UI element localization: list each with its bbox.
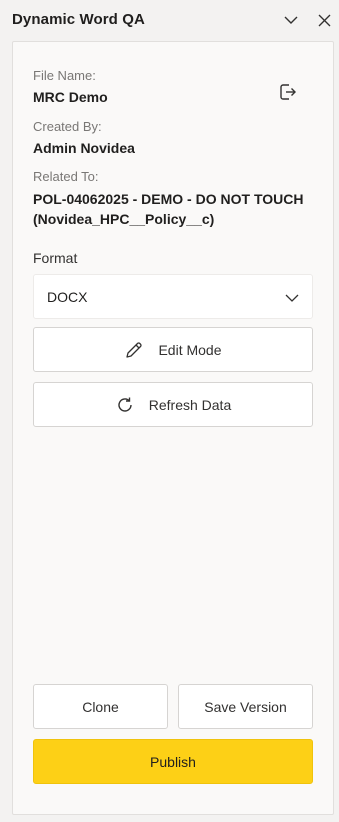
created-by-value: Admin Novidea [33, 140, 135, 156]
title-bar: Dynamic Word QA [0, 0, 339, 41]
created-by-label: Created By: [33, 119, 102, 134]
close-pane-button[interactable] [315, 11, 333, 29]
open-external-icon [280, 84, 296, 100]
format-label: Format [33, 250, 78, 266]
publish-button[interactable]: Publish [33, 739, 313, 784]
chevron-down-icon [284, 16, 298, 24]
open-file-button[interactable] [278, 82, 298, 102]
format-select[interactable]: DOCX [33, 274, 313, 319]
format-selected-value: DOCX [47, 289, 88, 305]
chevron-down-icon [285, 294, 299, 302]
save-version-label: Save Version [204, 698, 287, 715]
pane-title: Dynamic Word QA [12, 11, 145, 28]
file-name-label: File Name: [33, 68, 96, 83]
save-version-button[interactable]: Save Version [178, 684, 313, 729]
refresh-data-button[interactable]: Refresh Data [33, 382, 313, 427]
close-icon [318, 14, 330, 26]
related-to-value: POL-04062025 - DEMO - DO NOT TOUCH (Novi… [33, 191, 304, 227]
refresh-data-label: Refresh Data [148, 396, 232, 413]
edit-mode-button[interactable]: Edit Mode [33, 327, 313, 372]
related-to-label: Related To: [33, 169, 99, 184]
file-name-value: MRC Demo [33, 89, 108, 105]
pencil-icon [124, 340, 144, 360]
edit-mode-label: Edit Mode [158, 341, 222, 358]
refresh-icon [115, 395, 135, 415]
publish-label: Publish [150, 753, 196, 770]
clone-button[interactable]: Clone [33, 684, 168, 729]
clone-label: Clone [82, 698, 119, 715]
collapse-pane-button[interactable] [282, 11, 300, 29]
document-panel: File Name: MRC Demo Created By: Admin No… [12, 41, 334, 815]
